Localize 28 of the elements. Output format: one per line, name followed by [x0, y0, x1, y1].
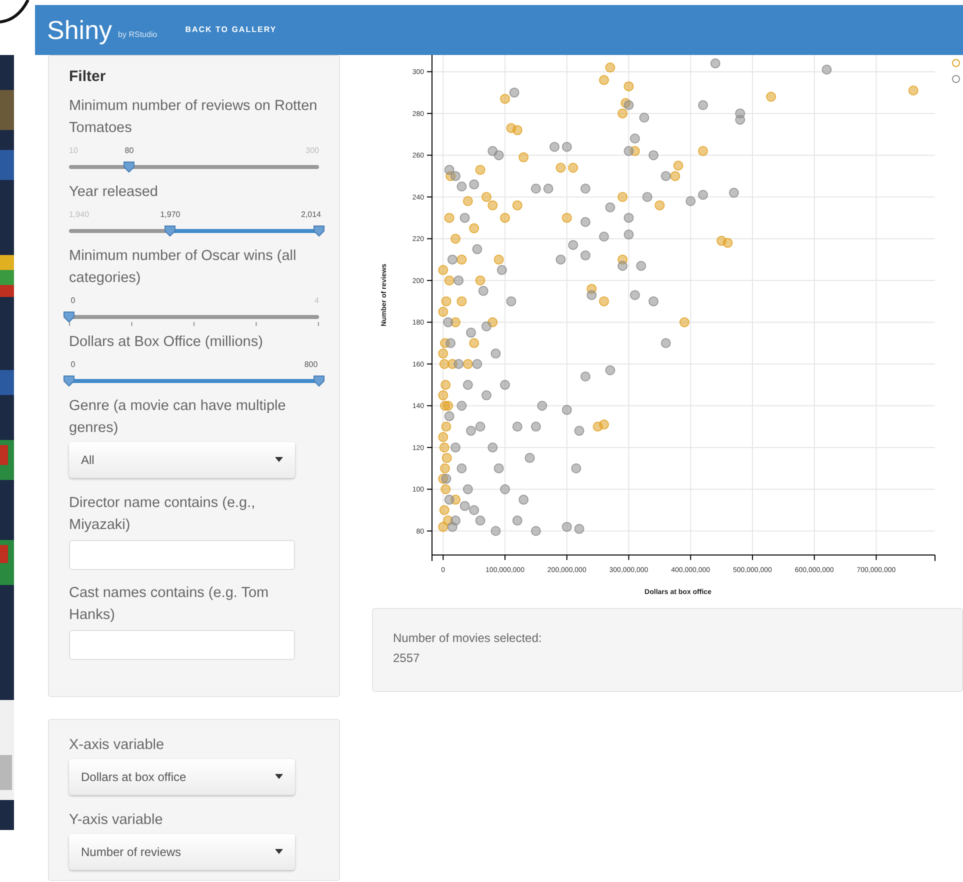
- field-label: Cast names contains (e.g. Tom Hanks): [69, 584, 270, 624]
- slider-max-label: 4: [314, 294, 319, 306]
- panel-title: Filter: [69, 67, 107, 87]
- brand-subtitle: by RStudio: [118, 29, 158, 41]
- count-value: 2557: [393, 650, 421, 667]
- count-label: Number of movies selected:: [393, 630, 543, 647]
- slider-value-label: 0: [70, 358, 76, 370]
- brand-title: Shiny: [47, 17, 112, 43]
- slider-value-label: 1,970: [160, 208, 180, 220]
- slider-min-label: 10: [69, 144, 78, 156]
- field-label: Director name contains (e.g., Miyazaki): [69, 494, 256, 534]
- slider-value-label: 0: [70, 294, 76, 306]
- select-dropdown[interactable]: All: [69, 442, 295, 478]
- slider-value-label: 2,014: [300, 208, 322, 220]
- field-label: Minimum number of reviews on Rotten Tomatoes: [69, 96, 318, 138]
- field-label: Genre (a movie can have multiple genres): [69, 396, 287, 438]
- select-dropdown[interactable]: Dollars at box office: [69, 758, 295, 794]
- select-dropdown[interactable]: Number of reviews: [69, 834, 295, 870]
- field-label: Minimum number of Oscar wins (all categories): [69, 246, 298, 288]
- slider-value-label: 80: [124, 144, 134, 156]
- back-to-gallery-link[interactable]: BACK TO GALLERY: [185, 24, 277, 36]
- field-label: Y-axis variable: [69, 810, 164, 830]
- slider-value-label: 800: [304, 358, 318, 370]
- slider-max-label: 300: [306, 144, 319, 156]
- slider-min-label: 1,940: [69, 208, 90, 220]
- field-label: X-axis variable: [69, 736, 166, 754]
- field-label: Year released: [69, 182, 159, 202]
- field-label: Dollars at Box Office (millions): [69, 332, 264, 352]
